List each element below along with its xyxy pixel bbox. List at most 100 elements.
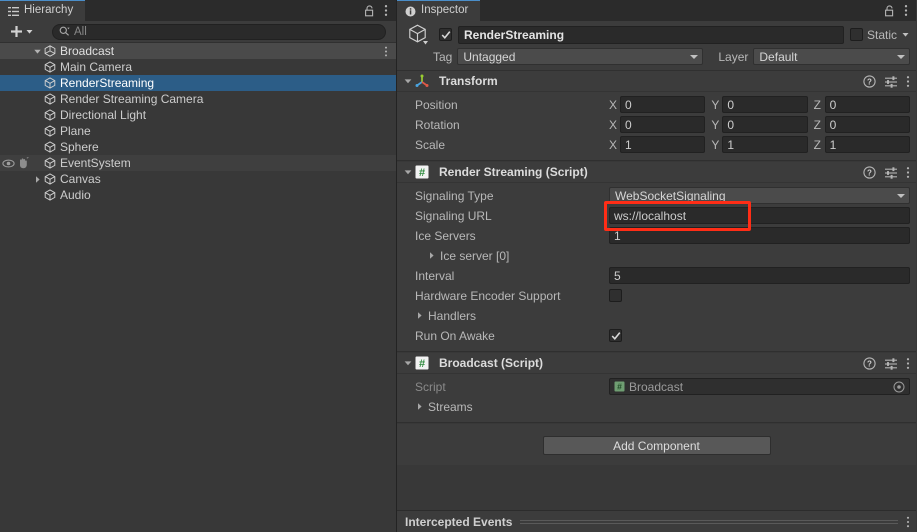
hardware-encoder-support-checkbox[interactable] (609, 289, 622, 302)
component-foldout-icon[interactable] (401, 76, 415, 86)
scene-foldout-icon[interactable] (31, 47, 44, 56)
component-foldout-icon[interactable] (401, 358, 415, 368)
position-z-input[interactable]: 0 (824, 96, 910, 113)
property-row-script: Script # Broadcast (403, 377, 910, 396)
row-gutter (0, 107, 31, 123)
component-header-broadcast-script[interactable]: # Broadcast (Script)? (397, 353, 916, 374)
help-icon[interactable]: ? (863, 165, 876, 179)
layer-dropdown[interactable]: Default (753, 48, 910, 65)
foldout-collapsed-icon[interactable] (33, 175, 42, 184)
script-object-field[interactable]: # Broadcast (609, 378, 910, 395)
component-body-transform: Position X 0 Y 0 Z 0 Rotation X 0 Y 0 Z 0 Scale X 1 Y 1 Z 1 (397, 92, 916, 160)
add-component-button[interactable]: Add Component (542, 436, 771, 455)
scale-y-input[interactable]: 1 (722, 136, 808, 153)
ice-servers-input[interactable]: 1 (609, 227, 910, 244)
hierarchy-item-eventsystem[interactable]: EventSystem (0, 155, 396, 171)
scale-x-input[interactable]: 1 (620, 136, 706, 153)
signaling-url-input[interactable]: ws://localhost (609, 207, 910, 224)
script-asset-icon: # (614, 381, 625, 392)
property-label: Position (415, 97, 458, 112)
rotation-z-input[interactable]: 0 (824, 116, 910, 133)
search-input[interactable]: All (52, 23, 386, 40)
chevron-down-icon (25, 27, 34, 36)
visibility-eye-icon[interactable] (2, 158, 15, 169)
foldout-collapsed-icon[interactable] (427, 251, 436, 260)
tag-label: Tag (433, 49, 453, 64)
kebab-menu-icon[interactable] (906, 357, 910, 370)
tab-hierarchy[interactable]: Hierarchy (0, 0, 86, 21)
hierarchy-item-canvas[interactable]: Canvas (0, 171, 396, 187)
scene-row-broadcast[interactable]: Broadcast (0, 43, 396, 59)
row-gutter (0, 91, 31, 107)
object-picker-icon[interactable] (893, 381, 905, 393)
position-y-input[interactable]: 0 (722, 96, 808, 113)
hierarchy-item-render-streaming-camera[interactable]: Render Streaming Camera (0, 91, 396, 107)
kebab-menu-icon[interactable] (906, 75, 910, 88)
component-foldout-icon[interactable] (401, 167, 415, 177)
gameobject-cube-icon (44, 77, 56, 89)
signaling-type-value: WebSocketSignaling (615, 188, 726, 203)
component-body-render-streaming-script: Signaling Type WebSocketSignaling Signalin… (397, 183, 916, 351)
rotation-y-input[interactable]: 0 (722, 116, 808, 133)
lock-open-icon[interactable] (884, 4, 895, 17)
row-gutter (0, 139, 31, 155)
preset-sliders-icon[interactable] (884, 166, 898, 179)
foldout-collapsed-icon[interactable] (415, 311, 424, 320)
signaling-type-dropdown[interactable]: WebSocketSignaling (609, 187, 910, 204)
tag-dropdown[interactable]: Untagged (457, 48, 704, 65)
hierarchy-item-audio[interactable]: Audio (0, 187, 396, 203)
axis-z: Z0 (814, 96, 910, 113)
property-row-signaling-url: Signaling URL ws://localhost (403, 206, 910, 225)
static-checkbox[interactable] (849, 28, 863, 41)
axis-y: Y0 (711, 96, 808, 113)
static-toggle-group[interactable]: Static (849, 28, 910, 42)
help-icon[interactable]: ? (863, 356, 876, 370)
scene-kebab-menu-icon[interactable] (384, 46, 396, 57)
svg-text:?: ? (867, 359, 872, 368)
kebab-menu-icon[interactable] (384, 4, 388, 17)
component-header-transform[interactable]: Transform? (397, 71, 916, 92)
position-x-input[interactable]: 0 (620, 96, 706, 113)
intercepted-events-bar[interactable]: Intercepted Events (397, 510, 916, 532)
rotation-x-input[interactable]: 0 (620, 116, 706, 133)
hierarchy-item-renderstreaming[interactable]: RenderStreaming (0, 75, 396, 91)
kebab-menu-icon[interactable] (906, 166, 910, 179)
component-header-render-streaming-script[interactable]: # Render Streaming (Script)? (397, 162, 916, 183)
axis-label: X (609, 137, 618, 152)
axis-y: Y1 (711, 136, 808, 153)
create-gameobject-button[interactable] (6, 23, 38, 40)
kebab-menu-icon[interactable] (906, 516, 910, 528)
hierarchy-item-directional-light[interactable]: Directional Light (0, 107, 396, 123)
gameobject-cube-icon (44, 189, 56, 201)
pickability-hand-icon[interactable] (17, 157, 29, 169)
gameobject-name-field[interactable]: RenderStreaming (458, 25, 844, 44)
hierarchy-tabbar-actions (364, 0, 396, 21)
help-icon[interactable]: ? (863, 74, 876, 88)
preset-sliders-icon[interactable] (884, 357, 898, 370)
hierarchy-tree[interactable]: Broadcast Main Camera RenderStreaming Rend… (0, 43, 396, 532)
row-gutter (0, 187, 31, 203)
hierarchy-item-main-camera[interactable]: Main Camera (0, 59, 396, 75)
vector3-field-position: X0Y0Z0 (609, 96, 910, 113)
inspector-tabbar-actions (884, 0, 916, 21)
chevron-down-icon[interactable] (901, 30, 910, 39)
property-row-signaling-type: Signaling Type WebSocketSignaling (403, 186, 910, 205)
hierarchy-item-label: EventSystem (60, 156, 131, 170)
hierarchy-item-plane[interactable]: Plane (0, 123, 396, 139)
layer-value: Default (759, 49, 798, 64)
scale-z-input[interactable]: 1 (824, 136, 910, 153)
interval-input[interactable]: 5 (609, 267, 910, 284)
hierarchy-icon (8, 6, 19, 17)
gameobject-cube-icon (44, 141, 56, 153)
preset-sliders-icon[interactable] (884, 75, 898, 88)
run-on-awake-checkbox[interactable] (609, 329, 622, 342)
hierarchy-item-sphere[interactable]: Sphere (0, 139, 396, 155)
lock-open-icon[interactable] (364, 4, 375, 17)
kebab-menu-icon[interactable] (904, 4, 908, 17)
tab-inspector[interactable]: Inspector (397, 0, 481, 21)
gameobject-enabled-checkbox[interactable] (439, 28, 452, 41)
foldout-collapsed-icon[interactable] (415, 402, 424, 411)
axis-label: Y (711, 97, 720, 112)
property-label: Signaling Type (415, 188, 494, 203)
axis-z: Z0 (814, 116, 910, 133)
